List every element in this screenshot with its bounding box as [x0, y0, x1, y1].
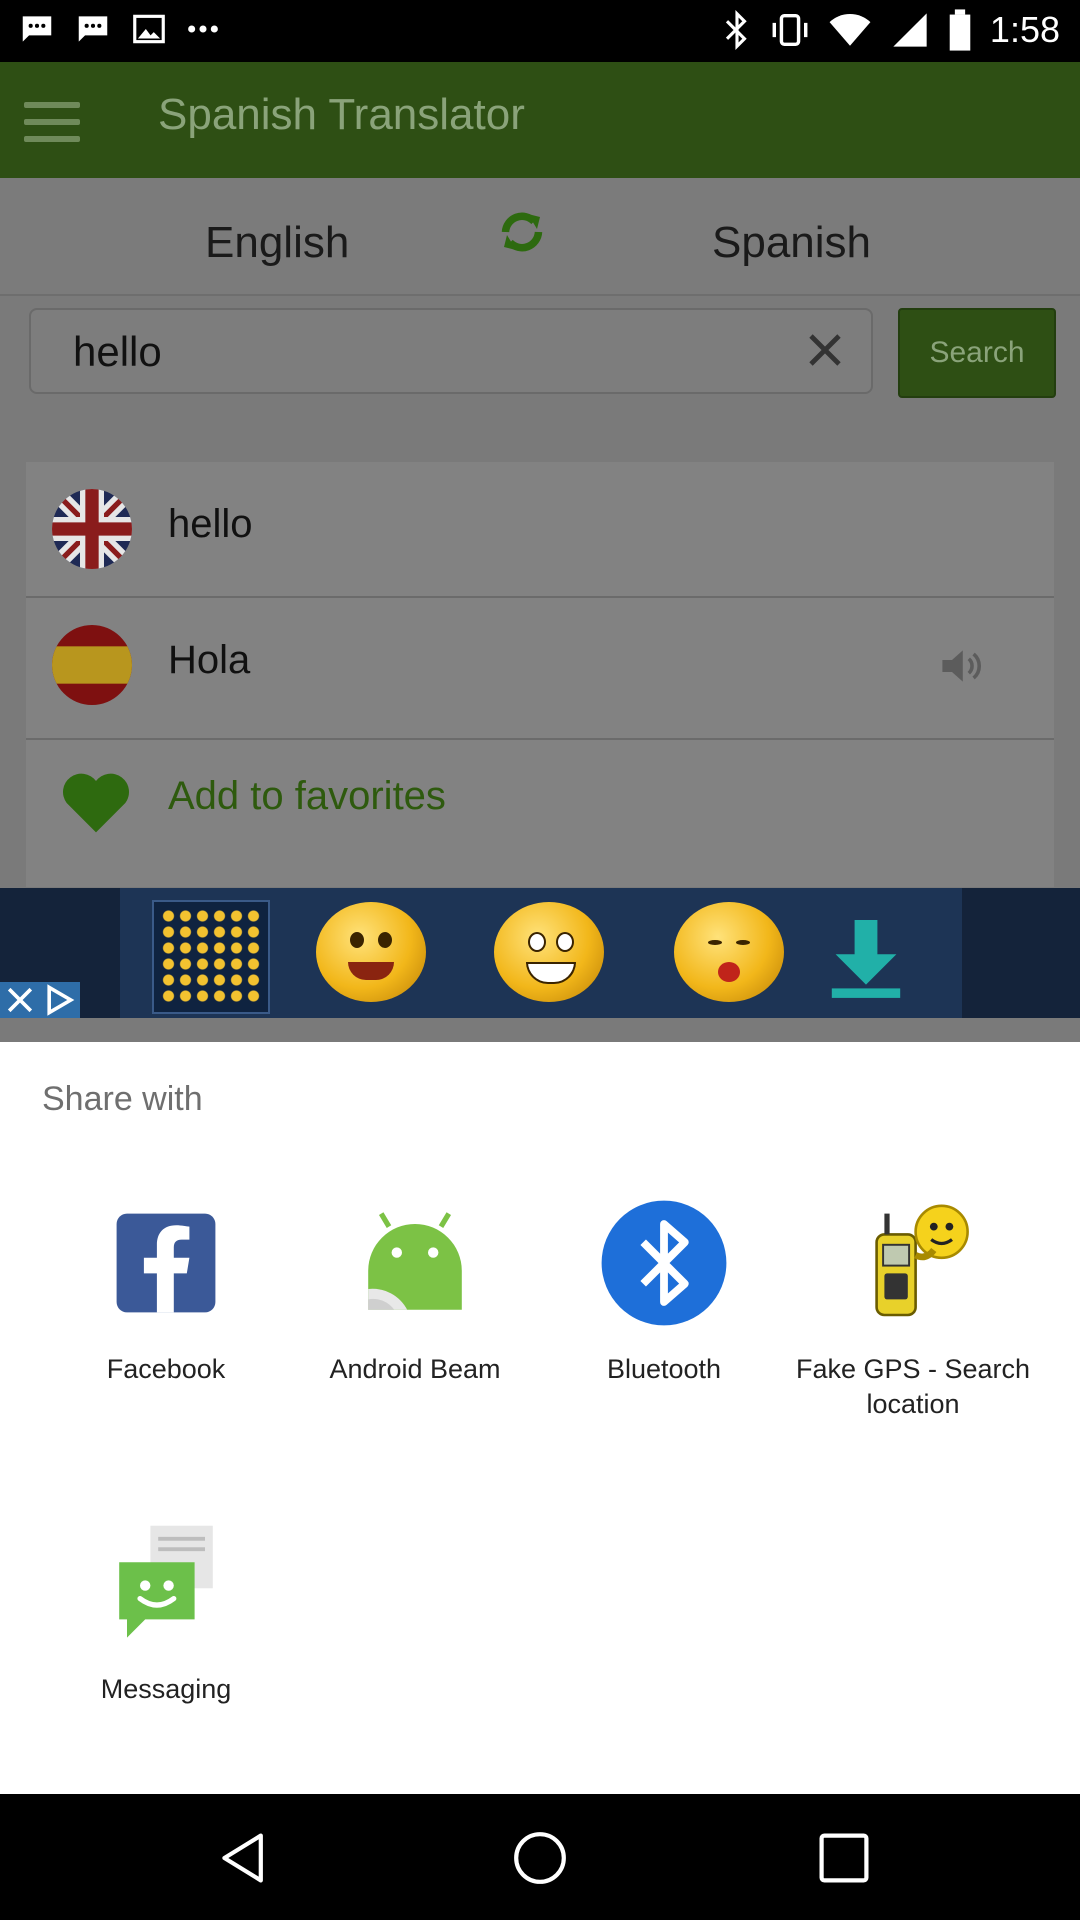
back-icon[interactable]	[216, 1830, 272, 1886]
result-text: hello	[168, 502, 253, 546]
signal-icon	[893, 13, 927, 47]
share-facebook[interactable]: Facebook	[41, 1198, 291, 1387]
facebook-icon	[116, 1213, 216, 1313]
home-icon[interactable]	[512, 1830, 568, 1886]
ad-banner[interactable]	[0, 888, 1080, 1018]
spain-flag-icon	[52, 625, 132, 705]
bluetooth-icon	[601, 1200, 727, 1326]
target-language[interactable]: Spanish	[712, 218, 871, 268]
search-button[interactable]: Search	[898, 308, 1056, 398]
language-bar: English Spanish	[0, 178, 1080, 296]
hamburger-menu-icon[interactable]	[24, 102, 80, 142]
share-bluetooth[interactable]: Bluetooth	[539, 1198, 789, 1387]
result-row-spanish[interactable]: Hola	[26, 598, 1054, 733]
share-label: Messaging	[100, 1674, 232, 1704]
vibrate-icon	[772, 14, 808, 46]
android-beam-icon	[368, 1212, 462, 1310]
emoji-icon	[674, 902, 784, 1002]
share-sheet: Share with Facebook Android Beam Bluetoo…	[0, 1042, 1080, 1794]
results-card: hello Hola Add to favorites	[26, 462, 1054, 887]
more-dots-icon	[188, 25, 218, 33]
emoji-icon	[316, 902, 426, 1002]
result-row-english[interactable]: hello	[26, 462, 1054, 597]
ad-content[interactable]	[120, 888, 962, 1018]
battery-icon	[949, 9, 971, 51]
add-to-favorites-label: Add to favorites	[168, 774, 446, 818]
fake-gps-icon	[875, 1204, 969, 1317]
search-input[interactable]: hello	[29, 308, 873, 394]
app-title: Spanish Translator	[158, 90, 525, 139]
status-time: 1:58	[989, 9, 1060, 50]
ad-choices[interactable]	[0, 982, 80, 1018]
wifi-icon	[829, 14, 871, 46]
heart-icon	[63, 773, 129, 833]
share-fake-gps[interactable]: Fake GPS - Search location	[788, 1198, 1038, 1422]
share-label: Fake GPS - Search location	[795, 1354, 1031, 1419]
navigation-bar	[0, 1794, 1080, 1920]
share-title: Share with	[42, 1080, 203, 1118]
keyboard-icon	[152, 900, 270, 1014]
emoji-icon	[494, 902, 604, 1002]
add-to-favorites-row[interactable]: Add to favorites	[26, 740, 1054, 875]
uk-flag-icon	[52, 489, 132, 569]
share-label: Bluetooth	[606, 1354, 722, 1384]
ad-close-icon[interactable]	[2, 982, 38, 1018]
share-android-beam[interactable]: Android Beam	[290, 1198, 540, 1387]
source-language[interactable]: English	[205, 218, 349, 268]
download-arrow-icon	[831, 920, 901, 998]
messages-icon	[78, 16, 108, 42]
share-label: Facebook	[106, 1354, 226, 1384]
recents-icon[interactable]	[816, 1830, 872, 1886]
close-icon[interactable]	[805, 330, 845, 370]
ad-choices-icon[interactable]	[42, 982, 78, 1018]
share-label: Android Beam	[329, 1354, 501, 1384]
refresh-swap-icon[interactable]	[492, 202, 552, 262]
image-icon	[133, 14, 165, 44]
messages-icon	[22, 16, 52, 42]
result-text: Hola	[168, 638, 251, 682]
share-messaging[interactable]: Messaging	[41, 1518, 291, 1707]
search-value: hello	[73, 328, 162, 375]
app-bar: Spanish Translator	[0, 62, 1080, 178]
messaging-icon	[119, 1525, 213, 1638]
speaker-icon[interactable]	[940, 646, 988, 686]
status-bar: 1:58	[0, 0, 1080, 62]
bluetooth-icon	[725, 9, 747, 51]
